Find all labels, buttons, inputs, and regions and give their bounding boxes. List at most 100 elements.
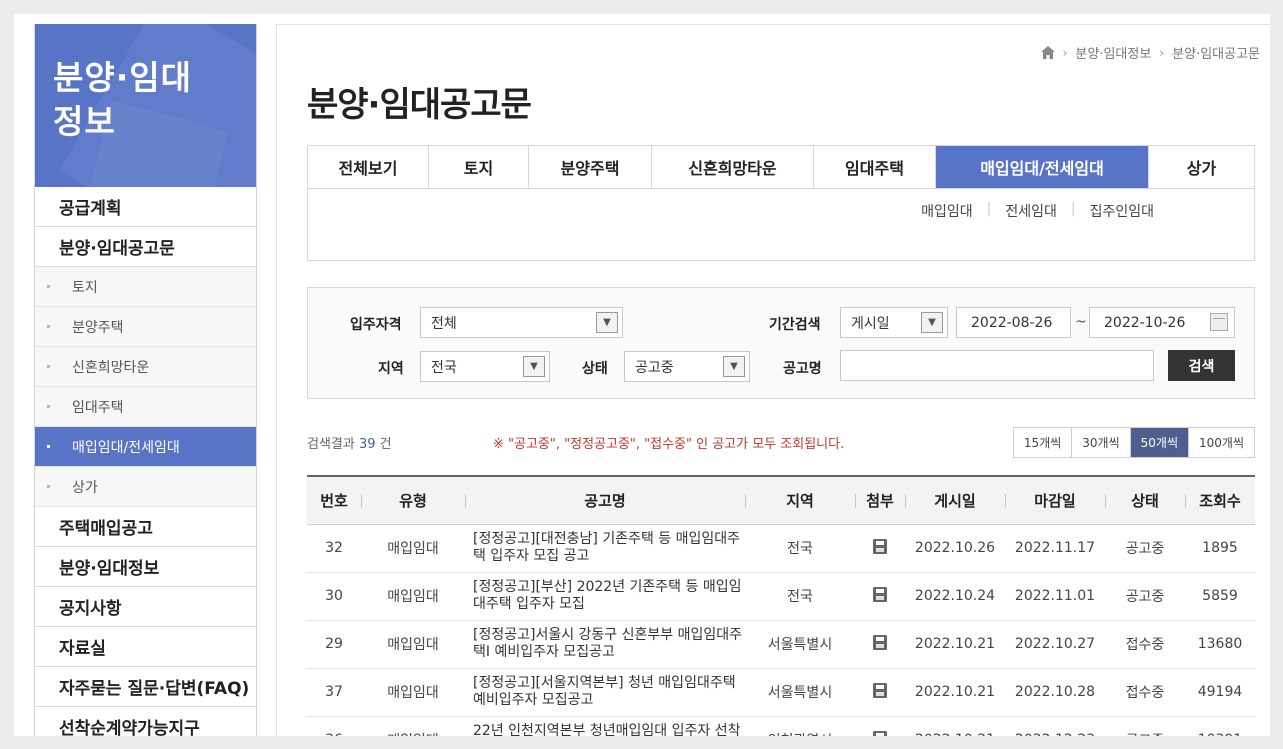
region-value: 전국 [431,359,457,376]
cell-posted: 2022.10.21 [905,620,1005,669]
cell-views: 10391 [1185,716,1255,736]
tab-land[interactable]: 토지 [429,146,529,188]
notice-name-input[interactable] [840,350,1154,381]
file-icon[interactable] [873,538,887,554]
page-size-50[interactable]: 50개씩 [1130,428,1189,457]
breadcrumb-level2[interactable]: 분양·임대공고문 [1172,43,1260,62]
sidebar-subitem-label: 매입임대/전세임대 [72,439,180,456]
result-count: 검색결과 39 건 [307,433,392,452]
sidebar-subitem-rental-housing[interactable]: 임대주택 [35,387,256,427]
cell-attachment [855,620,905,669]
col-attachment: 첨부 [855,475,905,525]
date-from-value: 2022-08-26 [971,314,1053,331]
cell-status: 공고중 [1105,524,1185,573]
cell-attachment [855,716,905,736]
chevron-down-icon: ▼ [596,312,618,333]
bullet-icon [47,485,50,488]
date-separator: ~ [1075,314,1087,330]
sidebar-subitem-purchase-lease[interactable]: 매입임대/전세임대 [35,427,256,467]
cell-attachment [855,572,905,621]
result-count-prefix: 검색결과 [307,437,359,452]
file-icon[interactable] [873,682,887,698]
subtab-jeonse-rental[interactable]: 전세임대 [991,201,1071,221]
page-size-100[interactable]: 100개씩 [1189,428,1254,457]
file-icon[interactable] [873,586,887,602]
sidebar-subitem-label: 토지 [72,279,98,296]
cell-type: 매입임대 [361,524,465,573]
qualification-label: 입주자격 [350,317,402,333]
date-to-input[interactable]: 2022-10-26 [1089,307,1235,338]
cell-status: 공고중 [1105,716,1185,736]
cell-views: 49194 [1185,668,1255,717]
region-select[interactable]: 전국 ▼ [420,351,550,382]
col-status: 상태 [1105,475,1185,525]
tab-newlywed-town[interactable]: 신혼희망타운 [652,146,814,188]
subtabs: 매입임대 | 전세임대 | 집주인임대 [308,189,1254,221]
search-button[interactable]: 검색 [1168,350,1235,381]
sidebar-item-first-come[interactable]: 선착순계약가능지구 [35,707,256,736]
cell-deadline: 2022.11.17 [1005,524,1105,573]
page-frame: 분양·임대 정보 공급계획 분양·임대공고문 토지 분양주택 신혼희망타운 임대… [14,14,1270,736]
cell-title-link[interactable]: 22년 인천지역본부 청년매입임대 입주자 선착순 수시모집공고 [465,716,745,736]
cell-number: 29 [307,620,361,669]
page-size-selector: 15개씩 30개씩 50개씩 100개씩 [1012,427,1255,458]
table-row: 29 매입임대 [정정공고]서울시 강동구 신혼부부 매입임대주택Ⅰ 예비입주자… [307,620,1255,669]
period-type-value: 게시일 [851,315,890,332]
sidebar-item-notices[interactable]: 분양·임대공고문 [35,227,256,267]
cell-type: 매입임대 [361,668,465,717]
date-from-input[interactable]: 2022-08-26 [956,307,1071,338]
breadcrumb: › 분양·임대정보 › 분양·임대공고문 [1040,43,1260,62]
page-size-30[interactable]: 30개씩 [1072,428,1131,457]
search-form: 입주자격 전체 ▼ 기간검색 게시일 ▼ 2022-08-26 ~ 2022-1… [307,287,1255,399]
date-to-value: 2022-10-26 [1104,314,1186,331]
file-icon[interactable] [873,730,887,736]
home-icon[interactable] [1040,46,1055,59]
period-type-select[interactable]: 게시일 ▼ [840,307,948,338]
qualification-select[interactable]: 전체 ▼ [420,307,623,338]
cell-number: 37 [307,668,361,717]
sidebar-item-housing-purchase[interactable]: 주택매입공고 [35,507,256,547]
tab-sale-housing[interactable]: 분양주택 [529,146,652,188]
cell-title-link[interactable]: [정정공고]서울시 강동구 신혼부부 매입임대주택Ⅰ 예비입주자 모집공고 [465,620,745,669]
cell-title-link[interactable]: [정정공고][대전충남] 기존주택 등 매입임대주택 입주자 모집 공고 [465,524,745,573]
page-title: 분양·임대공고문 [307,85,532,125]
subtab-landlord-rental[interactable]: 집주인임대 [1076,201,1168,221]
status-select[interactable]: 공고중 ▼ [624,351,750,382]
sidebar-item-info[interactable]: 분양·임대정보 [35,547,256,587]
cell-title-link[interactable]: [정정공고][부산] 2022년 기존주택 등 매입임대주택 입주자 모집 [465,572,745,621]
chevron-down-icon: ▼ [723,356,745,377]
notice-name-label: 공고명 [783,361,822,377]
subtab-purchase-rental[interactable]: 매입임대 [907,201,987,221]
col-number: 번호 [307,475,361,525]
breadcrumb-level1[interactable]: 분양·임대정보 [1075,43,1151,62]
col-posted: 게시일 [905,475,1005,525]
sidebar-item-archive[interactable]: 자료실 [35,627,256,667]
cell-title-link[interactable]: [정정공고][서울지역본부] 청년 매입임대주택 예비입주자 모집공고 [465,668,745,717]
cell-deadline: 2022.12.23 [1005,716,1105,736]
period-label: 기간검색 [769,317,821,333]
sidebar-subitem-sale-housing[interactable]: 분양주택 [35,307,256,347]
cell-region: 인천광역시 [745,716,855,736]
sidebar-item-supply-plan[interactable]: 공급계획 [35,187,256,227]
result-count-suffix: 건 [375,437,392,452]
cell-status: 접수중 [1105,668,1185,717]
calendar-icon[interactable] [1210,313,1228,331]
file-icon[interactable] [873,634,887,650]
sidebar-subitem-commercial[interactable]: 상가 [35,467,256,507]
table-row: 37 매입임대 [정정공고][서울지역본부] 청년 매입임대주택 예비입주자 모… [307,668,1255,717]
col-title: 공고명 [465,475,745,525]
cell-type: 매입임대 [361,716,465,736]
sidebar-subitem-newlywed-town[interactable]: 신혼희망타운 [35,347,256,387]
tab-rental-housing[interactable]: 임대주택 [814,146,936,188]
bullet-icon [47,365,50,368]
tab-commercial[interactable]: 상가 [1149,146,1254,188]
sidebar-item-announcements[interactable]: 공지사항 [35,587,256,627]
page-size-15[interactable]: 15개씩 [1013,428,1073,457]
chevron-right-icon: › [1159,45,1165,60]
tab-all[interactable]: 전체보기 [308,146,429,188]
cell-views: 5859 [1185,572,1255,621]
tab-purchase-lease[interactable]: 매입임대/전세임대 [936,146,1149,188]
bullet-icon [47,405,50,408]
sidebar-item-faq[interactable]: 자주묻는 질문·답변(FAQ) [35,667,256,707]
sidebar-subitem-land[interactable]: 토지 [35,267,256,307]
